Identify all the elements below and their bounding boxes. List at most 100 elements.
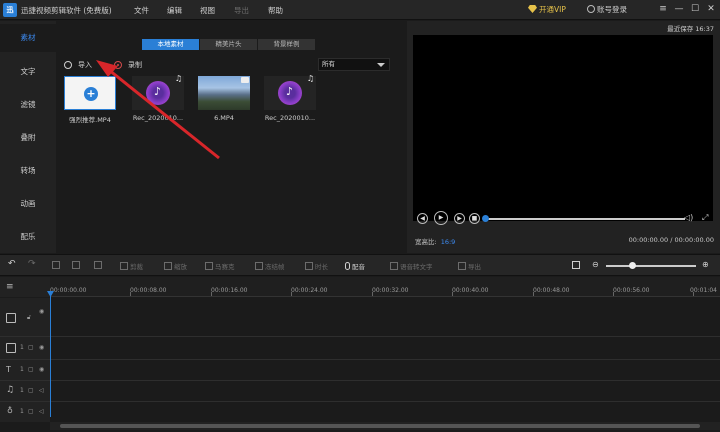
volume-icon[interactable]: ◁	[39, 408, 44, 415]
menu-icon[interactable]: ≡	[656, 2, 670, 16]
crop-icon	[120, 262, 128, 270]
fit-timeline-icon[interactable]	[572, 261, 582, 270]
speech-to-text-button[interactable]: 语音转文字	[390, 261, 433, 271]
eye-icon[interactable]: ◉	[39, 344, 44, 351]
timeline-scrollbar[interactable]	[50, 422, 720, 430]
mic-track-icon: ♁	[7, 406, 13, 415]
time-ruler[interactable]: 00:00:00.00 00:00:08.00 00:00:16.00 00:0…	[50, 277, 720, 297]
login-button[interactable]: 账号登录	[587, 4, 627, 15]
lock-icon[interactable]: ▢	[28, 366, 34, 373]
close-icon[interactable]: ✕	[704, 2, 718, 16]
aspect-ratio-value[interactable]: 16:9	[441, 238, 456, 246]
tick-label: 00:01:04	[690, 287, 717, 294]
menu-help[interactable]: 帮助	[268, 5, 283, 16]
crop-button[interactable]: 剪裁	[120, 261, 143, 271]
diamond-icon	[528, 5, 537, 13]
menu-view[interactable]: 视图	[200, 5, 215, 16]
media-panel: 本地素材 精美片头 背景样例 导入 录制 所有 + 强烈推荐.MP4 ♪ ♫ R…	[56, 21, 406, 253]
voice-track-header: ♁ 1 ▢ ◁	[0, 402, 50, 422]
export-icon	[458, 262, 466, 270]
preview-screen	[413, 35, 713, 221]
playhead[interactable]	[50, 291, 51, 417]
text-track-icon: T	[6, 365, 11, 374]
category-sidebar: 素材 文字 滤镜 叠附 转场 动画 配乐	[0, 21, 56, 253]
lock-icon[interactable]: ▢	[28, 408, 34, 415]
freeze-frame-button[interactable]: 冻结帧	[255, 261, 285, 271]
zoom-button[interactable]: 缩放	[164, 261, 187, 271]
edit-toolbar: ↶ ↷ 剪裁 缩放 马赛克 冻结帧 时长 配音 语音转文字 导出 ⊖ ⊕	[0, 254, 720, 276]
sidebar-item-transition[interactable]: 转场	[0, 157, 56, 185]
lock-icon[interactable]: ▢	[28, 344, 34, 351]
eye-icon[interactable]: ◉	[39, 366, 44, 373]
timecode: 00:00:00.00 / 00:00:00.00	[628, 236, 714, 244]
dubbing-button[interactable]: 配音	[345, 261, 365, 271]
volume-icon[interactable]: ◁)	[684, 213, 693, 222]
mic-icon	[345, 262, 350, 270]
title-bar: 迅 迅捷视频剪辑软件 (免费版) 文件 编辑 视图 导出 帮助 开通VIP 账号…	[0, 0, 720, 20]
app-title: 迅捷视频剪辑软件 (免费版)	[21, 6, 112, 15]
maximize-icon[interactable]: ☐	[688, 2, 702, 16]
timeline-zoom-slider[interactable]	[606, 265, 696, 267]
music-track-icon: ♫	[6, 385, 15, 395]
zoom-icon	[164, 262, 172, 270]
vip-label: 开通VIP	[539, 5, 566, 14]
delete-icon[interactable]	[72, 261, 82, 270]
sidebar-item-music[interactable]: 配乐	[0, 223, 56, 251]
sidebar-item-material[interactable]: 素材	[0, 24, 56, 52]
user-icon	[587, 5, 595, 13]
timeline-scrollbar-thumb[interactable]	[60, 424, 700, 428]
tick-label: 00:00:40.00	[452, 287, 489, 294]
mosaic-button[interactable]: 马赛克	[205, 261, 235, 271]
redo-icon[interactable]: ↷	[28, 259, 36, 269]
sidebar-item-text[interactable]: 文字	[0, 58, 56, 86]
play-icon[interactable]: ▶	[434, 211, 448, 225]
timeline: ≡ 00:00:00.00 00:00:08.00 00:00:16.00 00…	[0, 277, 720, 432]
menu-edit[interactable]: 编辑	[167, 5, 182, 16]
timeline-zoom-handle[interactable]	[629, 262, 636, 269]
volume-icon[interactable]: ◁	[39, 387, 44, 394]
vip-button[interactable]: 开通VIP	[528, 4, 566, 15]
menu-export[interactable]: 导出	[234, 5, 249, 16]
login-label: 账号登录	[597, 5, 627, 14]
tick-label: 00:00:24.00	[291, 287, 328, 294]
overlay-track-header: 1 ▢ ◉	[0, 337, 50, 359]
seek-bar[interactable]	[487, 218, 685, 220]
fullscreen-icon[interactable]: ⤢	[702, 213, 708, 223]
tick-label: 00:00:00.00	[50, 287, 87, 294]
seek-handle[interactable]	[482, 215, 489, 222]
eye-icon[interactable]: ◉	[39, 308, 44, 315]
next-frame-icon[interactable]: ▶	[454, 213, 465, 224]
track-list-icon[interactable]: ≡	[6, 282, 14, 292]
split-icon[interactable]	[52, 261, 62, 270]
freeze-icon	[255, 262, 263, 270]
sidebar-item-animation[interactable]: 动画	[0, 190, 56, 218]
preview-panel: 最近保存 16:37 ◀ ▶ ▶ ■ ◁) ⤢ 宽高比: 16:9 00:00:0…	[407, 21, 720, 253]
zoom-in-icon[interactable]: ⊕	[702, 260, 709, 269]
text-track-header: T 1 ▢ ◉	[0, 360, 50, 380]
minimize-icon[interactable]: —	[672, 2, 686, 16]
tick-label: 00:00:08.00	[130, 287, 167, 294]
tick-label: 00:00:56.00	[613, 287, 650, 294]
aspect-ratio[interactable]: 宽高比: 16:9	[415, 236, 455, 246]
sidebar-item-overlay[interactable]: 叠附	[0, 124, 56, 152]
zoom-out-icon[interactable]: ⊖	[592, 260, 599, 269]
track-list-header: ≡	[0, 277, 50, 297]
sidebar-item-filter[interactable]: 滤镜	[0, 91, 56, 119]
video-track-icon	[6, 313, 16, 323]
track-number: 1	[20, 344, 24, 351]
stop-icon[interactable]: ■	[469, 213, 480, 224]
menu-file[interactable]: 文件	[134, 5, 149, 16]
video-track-header: 🔓︎ ◉	[0, 298, 50, 336]
annotation-arrow	[96, 60, 220, 160]
copy-icon[interactable]	[94, 261, 104, 270]
mosaic-icon	[205, 262, 213, 270]
duration-button[interactable]: 时长	[305, 261, 328, 271]
lock-icon[interactable]: 🔓︎	[27, 314, 31, 322]
export-button[interactable]: 导出	[458, 261, 481, 271]
track-number: 1	[20, 366, 24, 373]
last-saved-label: 最近保存 16:37	[667, 25, 714, 33]
track-number: 1	[20, 408, 24, 415]
prev-frame-icon[interactable]: ◀	[417, 213, 428, 224]
lock-icon[interactable]: ▢	[28, 387, 34, 394]
undo-icon[interactable]: ↶	[8, 259, 16, 269]
